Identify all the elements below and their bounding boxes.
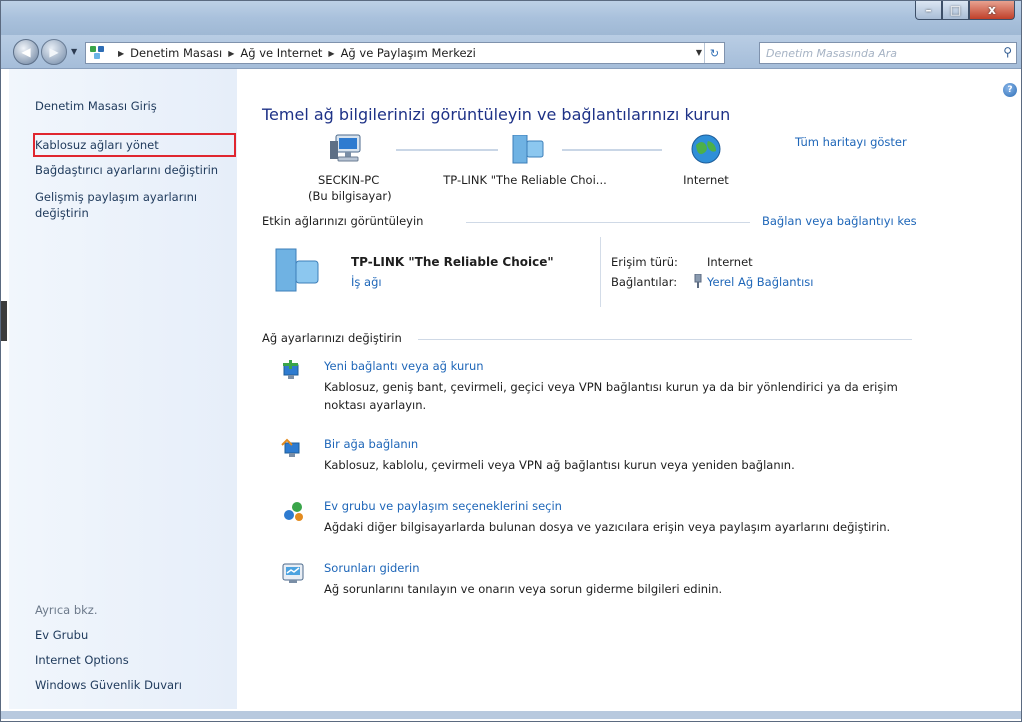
task-link-connect-network[interactable]: Bir ağa bağlanın: [324, 437, 418, 451]
connect-network-icon: [281, 438, 300, 457]
window-edge-marker: [1, 301, 7, 341]
refresh-icon: ↻: [709, 46, 720, 60]
sidebar-item-advanced-sharing-line2[interactable]: değiştirin: [35, 206, 89, 220]
sidebar-home-link[interactable]: Denetim Masası Giriş: [35, 99, 157, 113]
breadcrumb-network-internet[interactable]: Ağ ve Internet: [240, 46, 322, 60]
section-rule: [466, 222, 750, 223]
caption-buttons: – □ x: [915, 1, 1015, 21]
map-connector-line: [562, 149, 662, 151]
address-row: ◀ ▶ ▼ ▶ Denetim Masası ▶ Ağ ve Internet …: [1, 35, 1021, 69]
highlight-box: [33, 133, 236, 157]
content-area: Denetim Masası Giriş Kablosuz ağları yön…: [1, 69, 1021, 719]
breadcrumb-control-panel[interactable]: Denetim Masası: [130, 46, 222, 60]
network-location-icon: [90, 46, 108, 60]
task-desc-troubleshoot: Ağ sorunlarını tanılayın ve onarın veya …: [324, 582, 723, 596]
breadcrumb-network-sharing-center[interactable]: Ağ ve Paylaşım Merkezi: [341, 46, 476, 60]
back-button[interactable]: ◀: [13, 39, 39, 65]
internet-globe-icon[interactable]: [690, 133, 722, 165]
task-desc-new-connection-line2: noktası ayarlayın.: [324, 398, 427, 412]
full-map-link[interactable]: Tüm haritayı göster: [795, 135, 907, 149]
node-router-label: TP-LINK "The Reliable Choi...: [443, 173, 607, 187]
forward-arrow-icon: ▶: [49, 45, 59, 59]
breadcrumb-arrow-icon[interactable]: ▶: [228, 49, 234, 58]
address-bar[interactable]: ▶ Denetim Masası ▶ Ağ ve Internet ▶ Ağ v…: [85, 42, 725, 64]
router-icon[interactable]: [511, 135, 547, 165]
search-input[interactable]: Denetim Masasında Ara ⚲: [759, 42, 1017, 64]
network-type-link[interactable]: İş ağı: [351, 275, 382, 289]
minimize-button[interactable]: –: [915, 1, 942, 20]
sidebar-item-adapter-settings[interactable]: Bağdaştırıcı ayarlarını değiştirin: [35, 163, 218, 177]
maximize-button[interactable]: □: [942, 1, 969, 20]
see-also-homegroup[interactable]: Ev Grubu: [35, 628, 88, 642]
access-type-value: Internet: [707, 255, 753, 269]
access-type-label: Erişim türü:: [611, 255, 678, 269]
ethernet-icon: [694, 274, 702, 288]
node-internet-label: Internet: [683, 173, 729, 187]
troubleshoot-icon: [282, 563, 304, 583]
map-connector-line: [396, 149, 498, 151]
see-also-internet-options[interactable]: Internet Options: [35, 653, 129, 667]
homegroup-icon: [284, 502, 303, 521]
see-also-windows-firewall[interactable]: Windows Güvenlik Duvarı: [35, 678, 182, 692]
breadcrumb: ▶ Denetim Masası ▶ Ağ ve Internet ▶ Ağ v…: [112, 46, 476, 60]
window-bottom-border: [1, 711, 1021, 719]
task-link-homegroup[interactable]: Ev grubu ve paylaşım seçeneklerini seçin: [324, 499, 562, 513]
back-arrow-icon: ◀: [21, 45, 31, 59]
forward-button[interactable]: ▶: [41, 39, 67, 65]
task-link-troubleshoot[interactable]: Sorunları giderin: [324, 561, 420, 575]
task-desc-new-connection: Kablosuz, geniş bant, çevirmeli, geçici …: [324, 380, 898, 394]
active-networks-heading: Etkin ağlarınızı görüntüleyin: [262, 214, 424, 228]
main-panel: Temel ağ bilgilerinizi görüntüleyin ve b…: [262, 69, 922, 709]
page-title: Temel ağ bilgilerinizi görüntüleyin ve b…: [262, 105, 731, 124]
breadcrumb-arrow-icon[interactable]: ▶: [328, 49, 334, 58]
new-connection-icon: [283, 360, 299, 379]
breadcrumb-arrow-icon[interactable]: ▶: [118, 49, 124, 58]
close-button[interactable]: x: [969, 1, 1015, 20]
network-icon: [275, 248, 319, 292]
connect-disconnect-link[interactable]: Bağlan veya bağlantıyı kes: [762, 214, 917, 228]
sidebar-item-advanced-sharing[interactable]: Gelişmiş paylaşım ayarlarını: [35, 190, 197, 204]
connection-link[interactable]: Yerel Ağ Bağlantısı: [707, 275, 813, 289]
network-name: TP-LINK "The Reliable Choice": [351, 255, 554, 269]
see-also-heading: Ayrıca bkz.: [35, 603, 98, 617]
recent-pages-dropdown-icon[interactable]: ▼: [71, 47, 77, 56]
help-icon[interactable]: ?: [1003, 83, 1017, 97]
network-sharing-center-window: – □ x ◀ ▶ ▼ ▶ Denetim Masası ▶ Ağ ve Int…: [0, 0, 1022, 722]
node-computer-label: SECKIN-PC: [318, 173, 380, 187]
node-computer-sublabel: (Bu bilgisayar): [308, 189, 392, 203]
section-rule: [418, 339, 912, 340]
task-desc-homegroup: Ağdaki diğer bilgisayarlarda bulunan dos…: [324, 520, 891, 534]
connections-label: Bağlantılar:: [611, 275, 678, 289]
search-icon[interactable]: ⚲: [1003, 45, 1012, 59]
search-placeholder: Denetim Masasında Ara: [766, 46, 898, 60]
vertical-separator: [600, 237, 601, 307]
title-bar: – □ x: [1, 1, 1021, 35]
change-settings-heading: Ağ ayarlarınızı değiştirin: [262, 331, 402, 345]
task-desc-connect-network: Kablosuz, kablolu, çevirmeli veya VPN ağ…: [324, 458, 795, 472]
refresh-button[interactable]: ↻: [704, 43, 724, 63]
sidebar: Denetim Masası Giriş Kablosuz ağları yön…: [9, 69, 237, 709]
address-dropdown-icon[interactable]: ▼: [696, 48, 702, 57]
computer-icon[interactable]: [330, 133, 364, 165]
task-link-new-connection[interactable]: Yeni bağlantı veya ağ kurun: [324, 359, 484, 373]
